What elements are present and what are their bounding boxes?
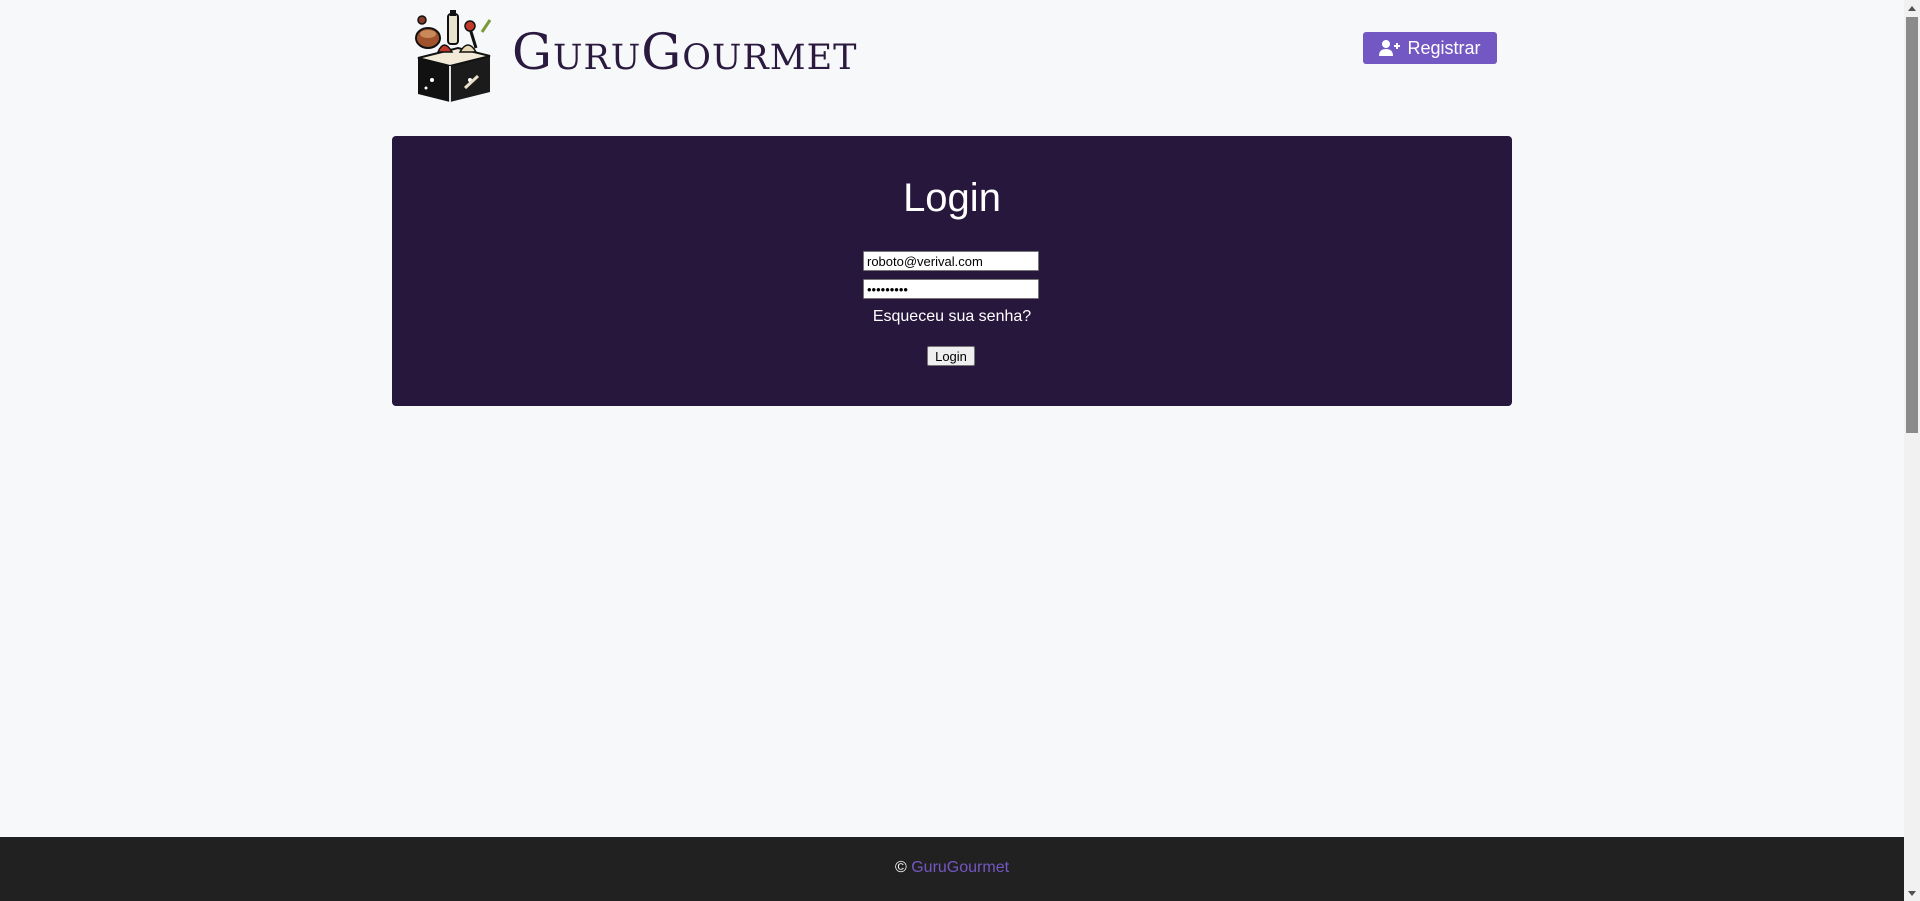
register-button[interactable]: Registrar [1363, 32, 1497, 64]
site-footer: © GuruGourmet [0, 837, 1904, 901]
footer-brand-link[interactable]: GuruGourmet [911, 859, 1009, 876]
login-title: Login [903, 176, 1001, 220]
scrollbar-thumb[interactable] [1906, 17, 1918, 433]
brand-name: GuruGourmet [512, 23, 858, 81]
copyright-symbol: © [894, 859, 907, 876]
login-card: Login Esqueceu sua senha? Login [392, 136, 1512, 406]
email-field[interactable] [863, 251, 1039, 271]
cookbook-logo-icon [415, 10, 492, 102]
password-field[interactable] [863, 279, 1039, 299]
scroll-down-arrow-icon[interactable] [1904, 885, 1920, 901]
register-label: Registrar [1407, 37, 1481, 58]
login-button[interactable]: Login [927, 346, 975, 366]
scroll-up-arrow-icon[interactable] [1904, 0, 1920, 16]
user-plus-icon [1379, 40, 1401, 56]
home-logo-link[interactable]: GuruGourmet [410, 8, 858, 104]
page: GuruGourmet Registrar Login Esqueceu sua… [0, 0, 1904, 901]
site-header: GuruGourmet Registrar [392, 0, 1512, 110]
forgot-password-link[interactable]: Esqueceu sua senha? [392, 308, 1512, 326]
vertical-scrollbar[interactable] [1904, 0, 1920, 901]
